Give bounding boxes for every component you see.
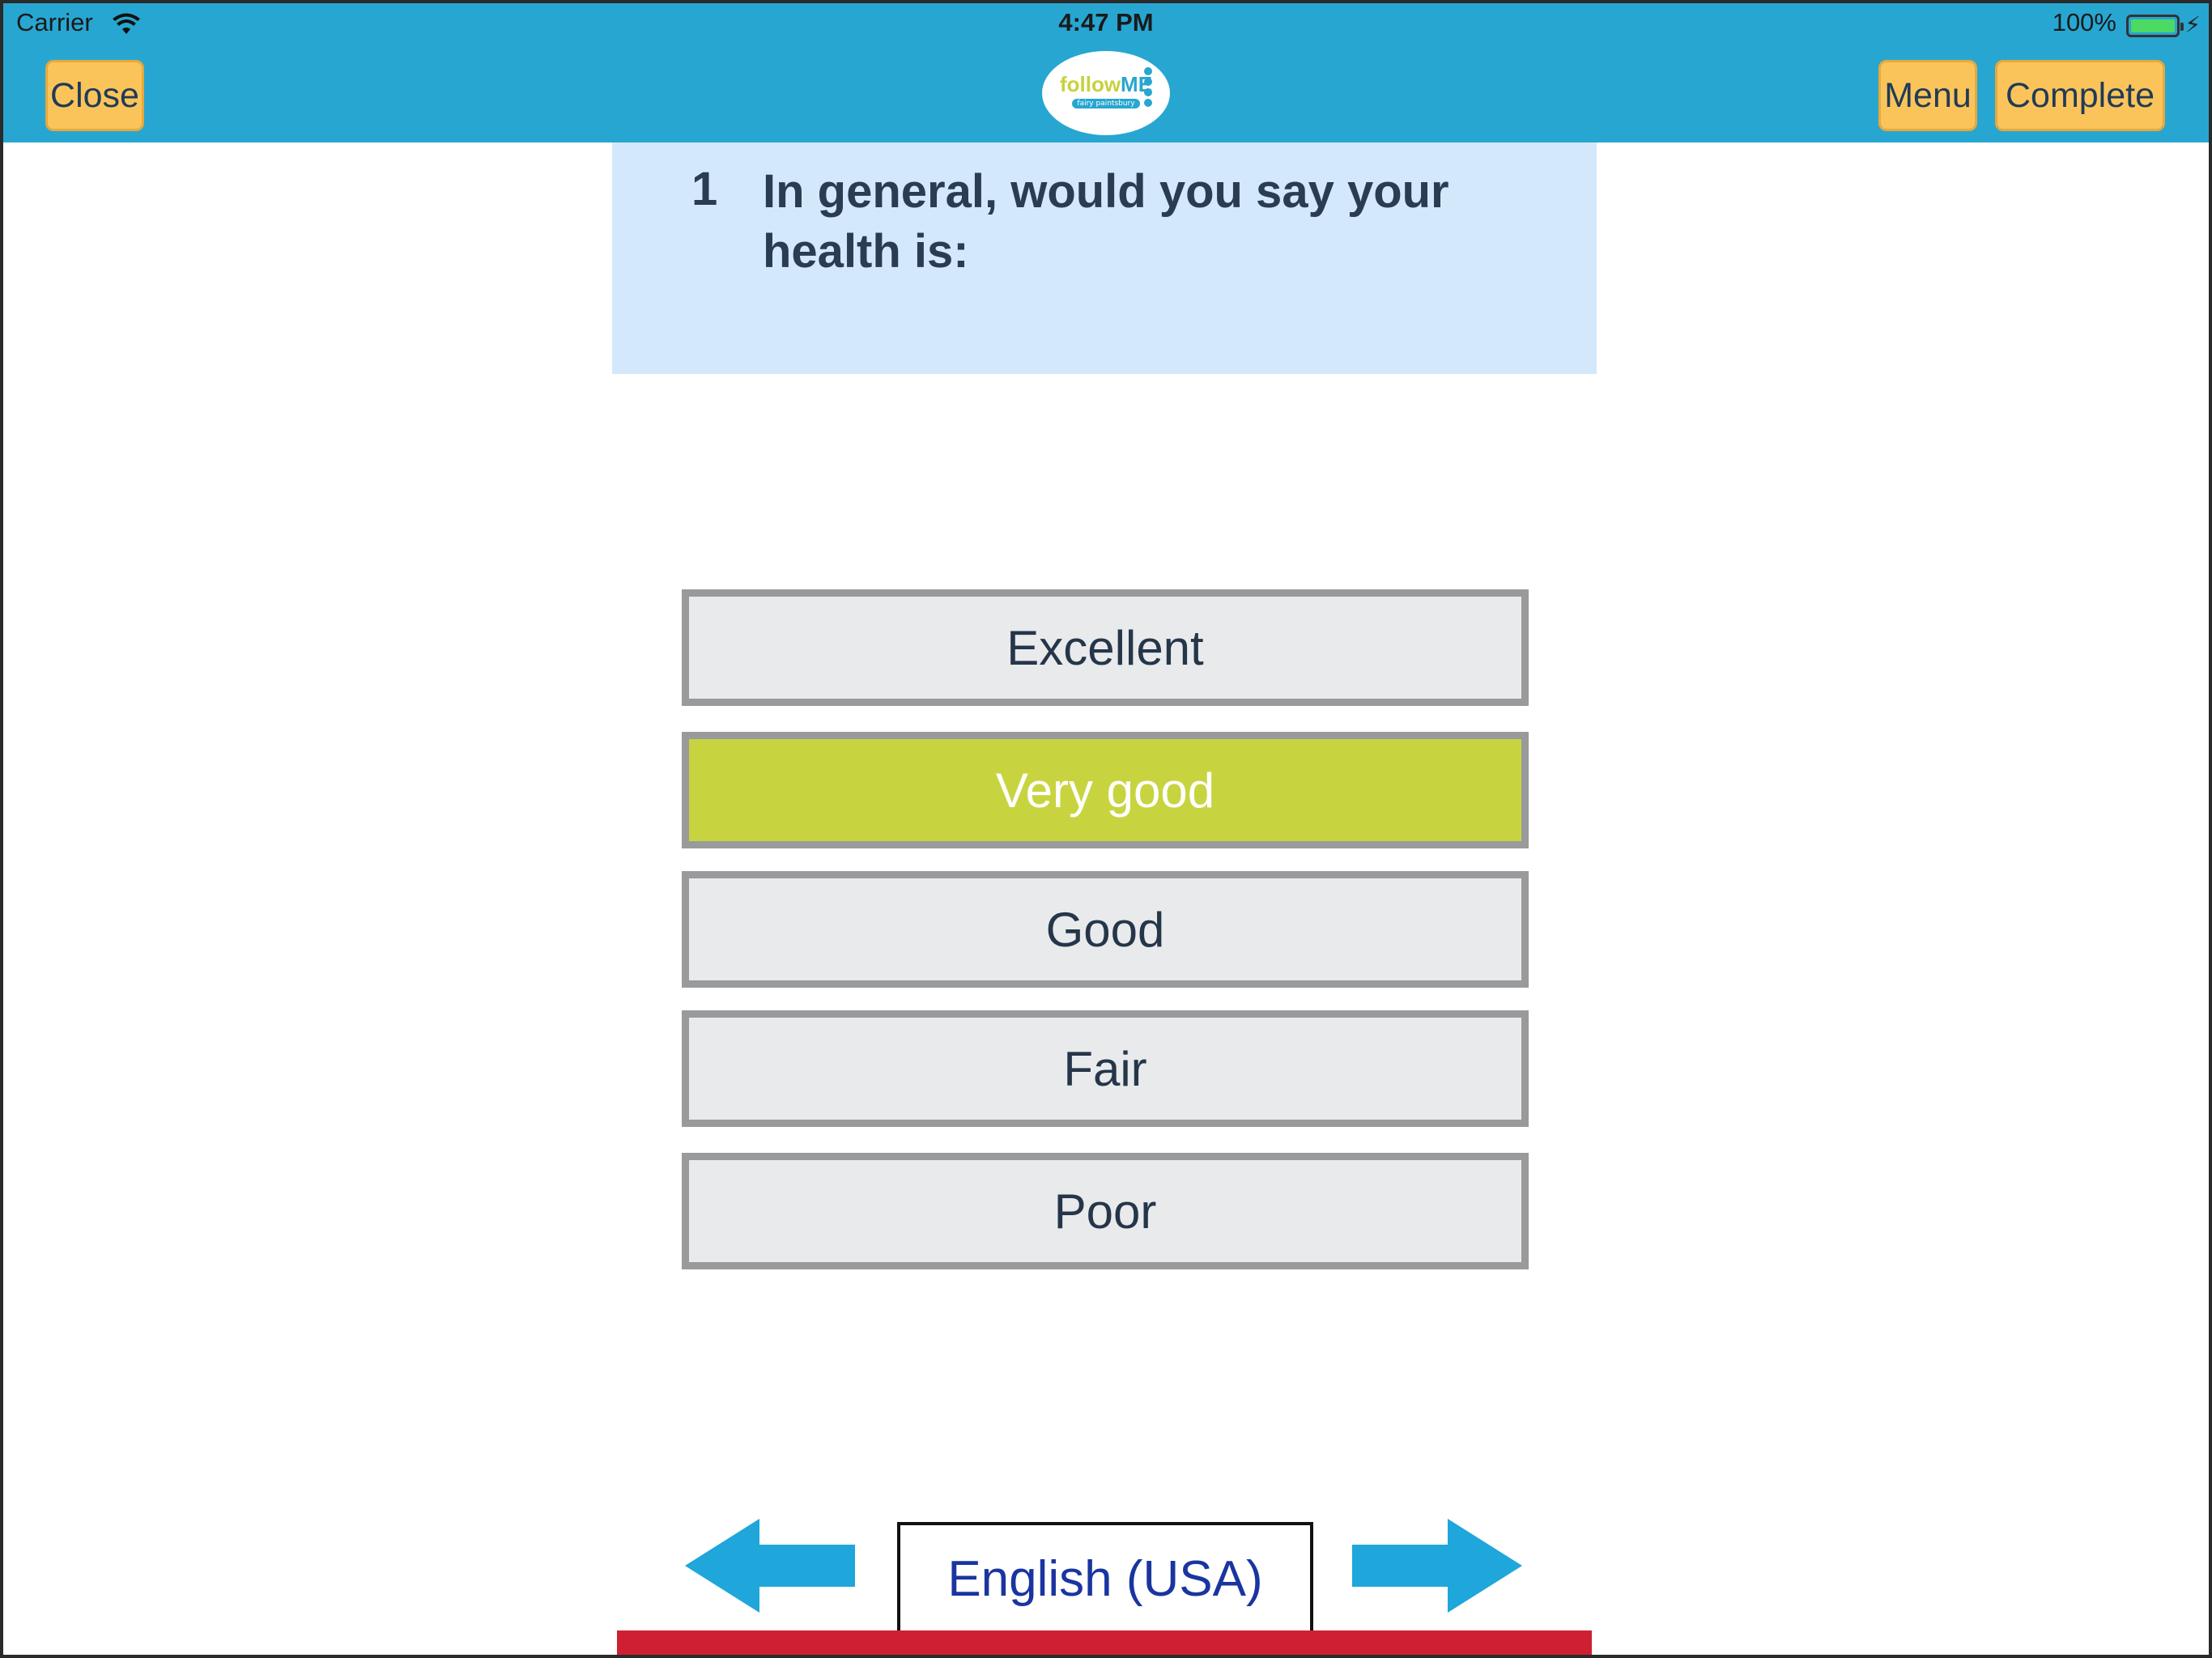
close-button[interactable]: Close bbox=[45, 60, 144, 131]
battery-icon bbox=[2126, 15, 2184, 37]
answer-option-very-good[interactable]: Very good bbox=[682, 732, 1529, 848]
previous-arrow-icon[interactable] bbox=[685, 1519, 855, 1613]
answer-option-fair[interactable]: Fair bbox=[682, 1010, 1529, 1127]
question-text: In general, would you say your health is… bbox=[763, 165, 1449, 278]
answer-option-excellent[interactable]: Excellent bbox=[682, 589, 1529, 706]
charging-bolt-icon: ⚡ bbox=[2184, 11, 2201, 38]
question-panel: 1 In general, would you say your health … bbox=[612, 142, 1597, 374]
menu-button[interactable]: Menu bbox=[1878, 60, 1977, 131]
answer-option-poor[interactable]: Poor bbox=[682, 1153, 1529, 1269]
battery-percentage: 100% bbox=[2052, 8, 2116, 36]
answer-option-good[interactable]: Good bbox=[682, 871, 1529, 988]
language-selector[interactable]: English (USA) bbox=[897, 1522, 1313, 1635]
complete-button[interactable]: Complete bbox=[1995, 60, 2165, 131]
top-bar: Carrier 4:47 PM 100% ⚡ Close followME fa… bbox=[0, 0, 2212, 142]
footprint-icon bbox=[1144, 67, 1159, 111]
followme-logo: followME fairy paintsbury bbox=[1027, 45, 1185, 141]
footer-bar bbox=[617, 1630, 1592, 1655]
next-arrow-icon[interactable] bbox=[1352, 1519, 1522, 1613]
question-number: 1 bbox=[691, 163, 718, 215]
clock: 4:47 PM bbox=[1058, 8, 1154, 36]
